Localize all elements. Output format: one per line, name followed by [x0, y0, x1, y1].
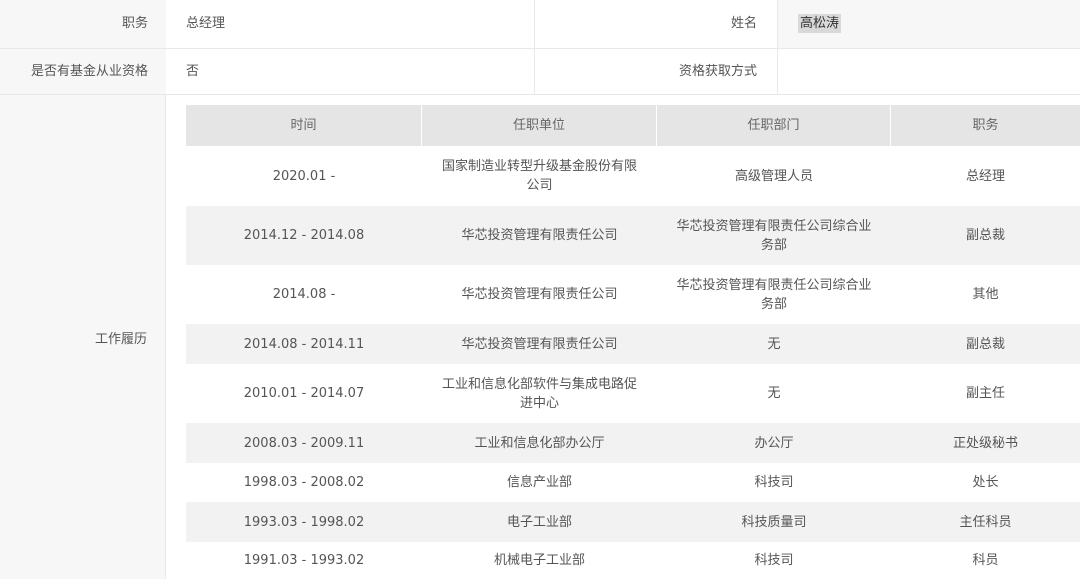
cell-organization: 华芯投资管理有限责任公司 — [461, 228, 618, 243]
cell-title: 处长 — [972, 475, 999, 490]
table-row: 2014.08 - 华芯投资管理有限责任公司 华芯投资管理有限责任公司综合业务部… — [186, 265, 1080, 324]
table-row: 1998.03 - 2008.02 信息产业部 科技司 处长 — [186, 463, 1080, 502]
work-history-label-cell: 工作履历 — [0, 95, 166, 579]
table-row: 2008.03 - 2009.11 工业和信息化部办公厅 办公厅 正处级秘书 — [186, 423, 1080, 463]
cell-title: 副主任 — [965, 386, 1005, 401]
table-row: 2010.01 - 2014.07 工业和信息化部软件与集成电路促进中心 无 副… — [186, 364, 1080, 423]
cell-organization: 机械电子工业部 — [493, 552, 585, 568]
table-row: 1991.03 - 1993.02 机械电子工业部 科技司 科员 — [186, 542, 1080, 578]
cell-time: 2014.08 - 2014.11 — [243, 336, 365, 352]
work-history-table: 时间 任职单位 任职部门 职务 2020.01 - 国家制造业转型升级基金股份有… — [186, 105, 1080, 578]
cell-time: 2014.12 - 2014.08 — [243, 228, 365, 243]
cell-title: 正处级秘书 — [952, 435, 1018, 451]
table-row: 2014.12 - 2014.08 华芯投资管理有限责任公司 华芯投资管理有限责… — [186, 206, 1080, 265]
cell-time: 2014.08 - — [272, 287, 336, 302]
cell-time: 1998.03 - 2008.02 — [243, 475, 365, 490]
header-time: 时间 — [186, 105, 422, 146]
info-row-qualification: 是否有基金从业资格 否 资格获取方式 — [0, 49, 1080, 95]
qualification-method-label: 资格获取方式 — [678, 64, 757, 79]
cell-organization: 信息产业部 — [506, 475, 572, 490]
table-header-row: 时间 任职单位 任职部门 职务 — [186, 105, 1080, 146]
cell-organization: 电子工业部 — [506, 514, 572, 530]
name-value-cell: 高松涛 — [778, 0, 1080, 48]
cell-department: 华芯投资管理有限责任公司综合业务部 — [676, 277, 872, 312]
qualification-method-value — [778, 49, 1080, 94]
cell-organization: 工业和信息化部办公厅 — [474, 435, 605, 451]
cell-organization: 工业和信息化部软件与集成电路促进中心 — [441, 376, 637, 411]
header-title: 职务 — [972, 118, 999, 133]
cell-title: 其他 — [972, 287, 999, 302]
name-value: 高松涛 — [798, 14, 842, 33]
cell-organization: 华芯投资管理有限责任公司 — [461, 336, 618, 352]
table-row: 1993.03 - 1998.02 电子工业部 科技质量司 主任科员 — [186, 502, 1080, 542]
cell-time: 2008.03 - 2009.11 — [243, 435, 365, 451]
work-history-label: 工作履历 — [94, 331, 147, 347]
fund-qualification-label: 是否有基金从业资格 — [0, 49, 166, 94]
cell-title: 主任科员 — [959, 514, 1012, 530]
cell-department: 办公厅 — [754, 435, 794, 451]
cell-time: 2010.01 - 2014.07 — [243, 386, 365, 401]
fund-qualification-value: 否 — [186, 64, 200, 79]
cell-organization: 华芯投资管理有限责任公司 — [461, 287, 618, 302]
header-department: 任职部门 — [657, 105, 891, 146]
table-row: 2014.08 - 2014.11 华芯投资管理有限责任公司 无 副总裁 — [186, 324, 1080, 364]
position-value: 总经理 — [186, 16, 226, 31]
cell-title: 总经理 — [965, 168, 1005, 184]
cell-time: 2020.01 - — [272, 168, 336, 184]
cell-title: 副总裁 — [965, 228, 1005, 243]
header-organization: 任职单位 — [422, 105, 657, 146]
cell-department: 科技司 — [754, 552, 794, 568]
cell-title: 科员 — [972, 552, 999, 568]
cell-department: 华芯投资管理有限责任公司综合业务部 — [676, 218, 872, 253]
info-row-position: 职务 总经理 姓名 高松涛 — [0, 0, 1080, 49]
cell-time: 1993.03 - 1998.02 — [243, 514, 365, 530]
cell-department: 无 — [767, 336, 781, 352]
cell-organization: 国家制造业转型升级基金股份有限公司 — [441, 159, 637, 193]
cell-department: 无 — [767, 386, 781, 401]
name-label: 姓名 — [535, 0, 777, 48]
cell-department: 科技质量司 — [741, 514, 807, 530]
position-label: 职务 — [0, 0, 166, 48]
cell-time: 1991.03 - 1993.02 — [243, 552, 365, 568]
cell-title: 副总裁 — [965, 336, 1005, 352]
cell-department: 科技司 — [754, 475, 794, 490]
cell-department: 高级管理人员 — [734, 168, 813, 184]
table-row: 2020.01 - 国家制造业转型升级基金股份有限公司 高级管理人员 总经理 — [186, 146, 1080, 206]
